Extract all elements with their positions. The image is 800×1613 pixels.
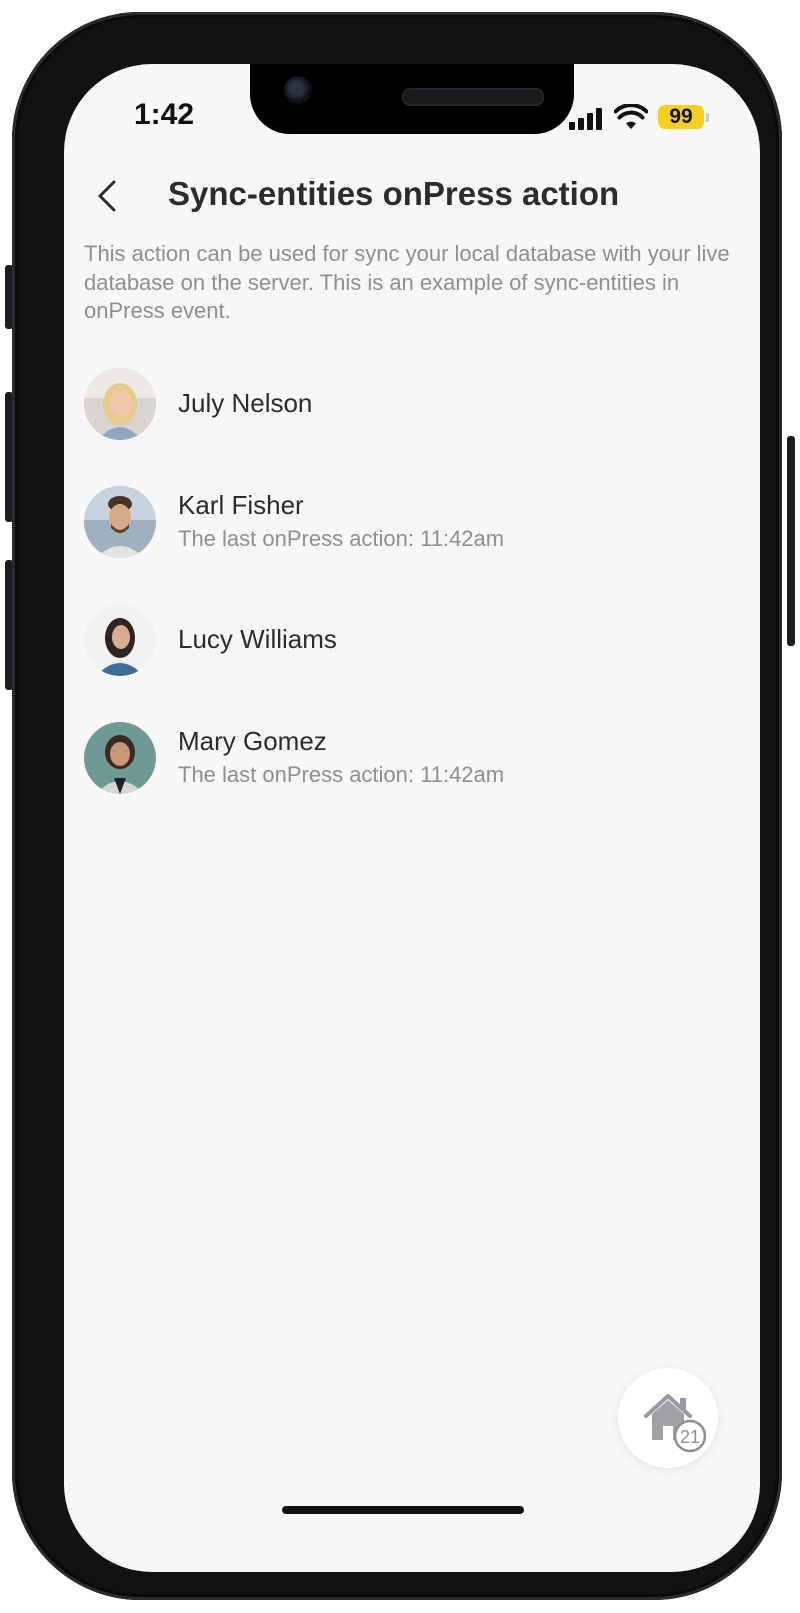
home-fab-button[interactable]: 21	[618, 1368, 718, 1468]
status-time: 1:42	[134, 98, 195, 131]
list-item[interactable]: July Nelson	[84, 368, 724, 442]
battery-indicator: 99	[658, 105, 704, 129]
phone-frame: 1:42 99 Sync-entities onPress action Thi…	[12, 12, 782, 1600]
avatar	[84, 368, 156, 440]
avatar	[84, 604, 156, 676]
back-button[interactable]	[88, 174, 128, 218]
avatar	[84, 722, 156, 794]
home-indicator[interactable]	[282, 1506, 524, 1514]
cellular-signal-icon	[569, 108, 605, 130]
wifi-icon	[614, 104, 648, 129]
front-camera	[284, 76, 312, 104]
list-item[interactable]: Lucy Williams	[84, 604, 724, 678]
user-name: July Nelson	[178, 388, 313, 418]
home-icon: 21	[644, 1394, 707, 1453]
page-title: Sync-entities onPress action	[168, 175, 620, 212]
user-name: Lucy Williams	[178, 624, 337, 654]
battery-cap	[706, 113, 709, 122]
user-name: Karl Fisher	[178, 490, 304, 520]
earpiece-speaker	[402, 88, 544, 106]
power-button	[787, 436, 795, 646]
last-action-time: The last onPress action: 11:42am	[178, 762, 505, 787]
user-name: Mary Gomez	[178, 726, 327, 756]
last-action-time: The last onPress action: 11:42am	[178, 526, 505, 551]
list-item[interactable]: Mary Gomez The last onPress action: 11:4…	[84, 722, 724, 796]
list-item[interactable]: Karl Fisher The last onPress action: 11:…	[84, 486, 724, 560]
home-badge-count: 21	[680, 1427, 700, 1447]
avatar	[84, 486, 156, 558]
app-screen: 1:42 99 Sync-entities onPress action Thi…	[64, 64, 760, 1572]
page-description: This action can be used for sync your lo…	[84, 241, 730, 323]
